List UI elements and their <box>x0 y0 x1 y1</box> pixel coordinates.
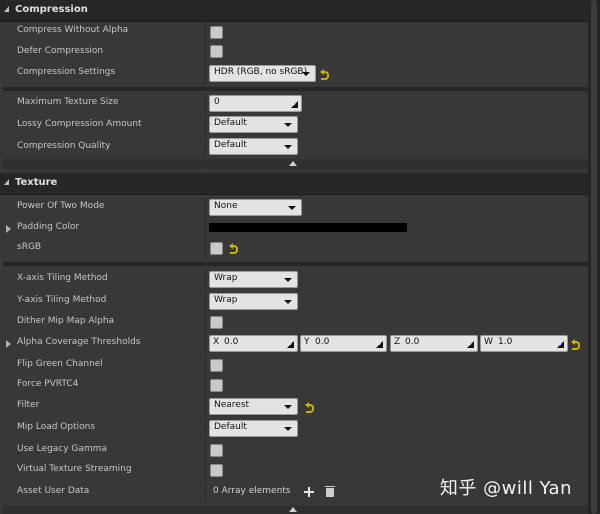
plus-icon[interactable] <box>304 487 314 497</box>
chevron-down-icon <box>284 405 292 409</box>
drag-handle-icon[interactable] <box>291 101 298 108</box>
max-texture-size-input[interactable]: 0 <box>209 95 302 112</box>
x-axis-tiling-dropdown[interactable]: Wrap <box>209 271 298 288</box>
reset-to-default-icon[interactable] <box>305 402 315 413</box>
reset-to-default-icon[interactable] <box>229 243 239 254</box>
compression-quality-dropdown[interactable]: Default <box>209 138 298 155</box>
expand-arrow-icon[interactable] <box>4 6 9 12</box>
defer-compression-checkbox[interactable] <box>210 45 223 58</box>
chevron-down-icon <box>288 206 296 210</box>
property-label: Maximum Texture Size <box>17 97 119 107</box>
row-defer-compression: Defer Compression <box>0 42 588 63</box>
chevron-down-icon <box>284 427 292 431</box>
property-label: Alpha Coverage Thresholds <box>17 337 141 347</box>
array-count: 0 Array elements <box>213 486 291 496</box>
compress-without-alpha-checkbox[interactable] <box>210 26 223 39</box>
property-label: Lossy Compression Amount <box>17 119 142 129</box>
reset-to-default-icon[interactable] <box>320 69 330 80</box>
force-pvrtc4-checkbox[interactable] <box>210 379 223 392</box>
row-force-pvrtc4: Force PVRTC4 <box>0 375 588 396</box>
details-panel: Compression Compress Without Alpha Defer… <box>0 0 588 514</box>
property-label: Compress Without Alpha <box>17 25 129 35</box>
property-label: Use Legacy Gamma <box>17 444 107 454</box>
alpha-threshold-w-input[interactable]: W 1.0 <box>480 335 568 352</box>
compression-settings-dropdown[interactable]: HDR (RGB, no sRGB) <box>209 65 316 82</box>
flip-green-channel-checkbox[interactable] <box>210 359 223 372</box>
use-legacy-gamma-checkbox[interactable] <box>210 444 223 457</box>
property-label: Mip Load Options <box>17 422 96 432</box>
chevron-down-icon <box>284 123 292 127</box>
collapse-advanced-button[interactable] <box>3 159 588 169</box>
chevron-down-icon <box>284 145 292 149</box>
collapse-up-icon <box>289 161 297 166</box>
row-srgb: sRGB <box>0 238 588 259</box>
scrollbar-thumb[interactable] <box>591 0 597 514</box>
srgb-checkbox[interactable] <box>210 242 223 255</box>
mip-load-options-dropdown[interactable]: Default <box>209 420 298 437</box>
reset-to-default-icon[interactable] <box>571 339 581 350</box>
chevron-down-icon <box>302 72 310 76</box>
drag-handle-icon[interactable] <box>287 341 294 348</box>
row-y-axis-tiling-method: Y-axis Tiling Method Wrap <box>0 291 588 312</box>
alpha-threshold-z-input[interactable]: Z 0.0 <box>390 335 478 352</box>
property-label: Compression Settings <box>17 67 116 77</box>
alpha-threshold-y-input[interactable]: Y 0.0 <box>300 335 387 352</box>
property-label: Virtual Texture Streaming <box>17 464 132 474</box>
padding-color-swatch[interactable] <box>209 223 407 232</box>
lossy-compression-amount-dropdown[interactable]: Default <box>209 116 298 133</box>
row-mip-load-options: Mip Load Options Default <box>0 418 588 439</box>
category-title: Compression <box>15 4 88 15</box>
dither-mip-map-alpha-checkbox[interactable] <box>210 316 223 329</box>
power-of-two-mode-dropdown[interactable]: None <box>209 199 302 216</box>
row-flip-green-channel: Flip Green Channel <box>0 355 588 376</box>
chevron-down-icon <box>284 278 292 282</box>
watermark: 知乎 @will Yan <box>439 478 572 499</box>
row-padding-color: Padding Color <box>0 218 588 239</box>
category-texture-header[interactable]: Texture <box>0 173 588 195</box>
expand-arrow-icon[interactable] <box>4 179 9 185</box>
trash-icon[interactable] <box>325 486 335 497</box>
y-axis-tiling-dropdown[interactable]: Wrap <box>209 293 298 310</box>
row-max-texture-size: Maximum Texture Size 0 <box>0 93 588 114</box>
property-label: Flip Green Channel <box>17 359 103 369</box>
row-power-of-two-mode: Power Of Two Mode None <box>0 197 588 218</box>
row-compression-quality: Compression Quality Default <box>0 137 588 158</box>
property-label: Filter <box>17 400 40 410</box>
expand-triangle-icon[interactable] <box>6 340 11 348</box>
chevron-down-icon <box>284 300 292 304</box>
property-label: Padding Color <box>17 222 80 232</box>
category-compression-header[interactable]: Compression <box>0 0 588 22</box>
drag-handle-icon[interactable] <box>376 341 383 348</box>
row-x-axis-tiling-method: X-axis Tiling Method Wrap <box>0 269 588 290</box>
row-compression-settings: Compression Settings HDR (RGB, no sRGB) <box>0 63 588 84</box>
property-label: Dither Mip Map Alpha <box>17 316 115 326</box>
row-alpha-coverage-thresholds: Alpha Coverage Thresholds X 0.0 Y 0.0 Z … <box>0 333 588 354</box>
row-filter: Filter Nearest <box>0 396 588 417</box>
row-compress-without-alpha: Compress Without Alpha <box>0 21 588 42</box>
expand-triangle-icon[interactable] <box>6 225 11 233</box>
property-label: Power Of Two Mode <box>17 201 105 211</box>
drag-handle-icon[interactable] <box>557 341 564 348</box>
row-lossy-compression-amount: Lossy Compression Amount Default <box>0 115 588 136</box>
alpha-threshold-x-input[interactable]: X 0.0 <box>209 335 298 352</box>
collapse-advanced-button[interactable] <box>3 506 588 514</box>
collapse-up-icon <box>289 507 297 512</box>
row-dither-mip-map-alpha: Dither Mip Map Alpha <box>0 312 588 333</box>
property-label: sRGB <box>17 242 42 252</box>
row-use-legacy-gamma: Use Legacy Gamma <box>0 440 588 461</box>
drag-handle-icon[interactable] <box>467 341 474 348</box>
category-title: Texture <box>15 177 58 188</box>
property-label: Y-axis Tiling Method <box>17 295 107 305</box>
property-label: Compression Quality <box>17 141 111 151</box>
property-label: Force PVRTC4 <box>17 379 79 389</box>
vertical-scrollbar[interactable] <box>588 0 600 514</box>
virtual-texture-streaming-checkbox[interactable] <box>210 464 223 477</box>
property-label: Asset User Data <box>17 486 90 496</box>
filter-dropdown[interactable]: Nearest <box>209 398 298 415</box>
property-label: X-axis Tiling Method <box>17 273 108 283</box>
property-label: Defer Compression <box>17 46 104 56</box>
